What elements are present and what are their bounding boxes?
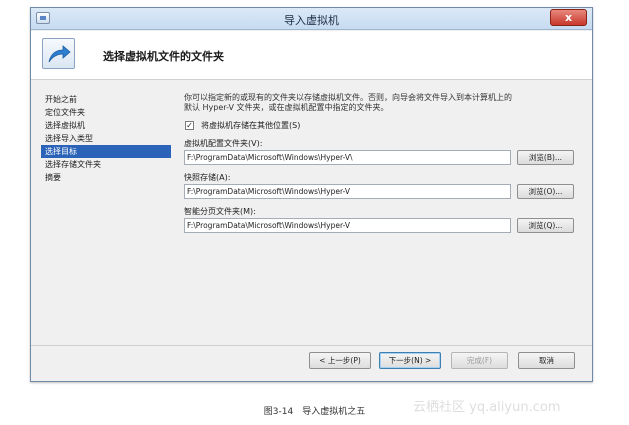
- finish-button[interactable]: 完成(F): [451, 352, 508, 369]
- arrow-icon: [42, 38, 75, 69]
- browse-config-button[interactable]: 浏览(B)...: [517, 150, 574, 165]
- nav-item-locate-folder[interactable]: 定位文件夹: [41, 106, 171, 119]
- nav-item-import-type[interactable]: 选择导入类型: [41, 132, 171, 145]
- wizard-steps-nav: 开始之前 定位文件夹 选择虚拟机 选择导入类型 选择目标 选择存储文件夹 摘要: [41, 93, 171, 184]
- previous-button[interactable]: < 上一步(P): [309, 352, 371, 369]
- nav-item-storage-folder[interactable]: 选择存储文件夹: [41, 158, 171, 171]
- nav-item-select-vm[interactable]: 选择虚拟机: [41, 119, 171, 132]
- next-button[interactable]: 下一步(N) >: [379, 352, 441, 369]
- snapshot-store-input[interactable]: F:\ProgramData\Microsoft\Windows\Hyper-V: [184, 184, 511, 199]
- nav-item-before-you-begin[interactable]: 开始之前: [41, 93, 171, 106]
- smart-paging-folder-row: F:\ProgramData\Microsoft\Windows\Hyper-V…: [184, 218, 584, 234]
- close-button[interactable]: x: [550, 9, 587, 26]
- smart-paging-folder-input[interactable]: F:\ProgramData\Microsoft\Windows\Hyper-V: [184, 218, 511, 233]
- description-line-2: 默认 Hyper-V 文件夹，或在虚拟机配置中指定的文件夹。: [184, 103, 389, 112]
- title-bar[interactable]: 导入虚拟机 x: [31, 8, 592, 30]
- browse-snapshot-button[interactable]: 浏览(O)...: [517, 184, 574, 199]
- import-vm-dialog: 导入虚拟机 x 选择虚拟机文件的文件夹 开始之前 定位文件夹 选择虚拟机 选择导…: [30, 7, 593, 382]
- vm-config-folder-label: 虚拟机配置文件夹(V):: [184, 139, 263, 148]
- store-elsewhere-label[interactable]: 将虚拟机存储在其他位置(S): [201, 120, 300, 132]
- browse-smart-paging-button[interactable]: 浏览(Q)...: [517, 218, 574, 233]
- wizard-header: 选择虚拟机文件的文件夹: [31, 31, 592, 80]
- smart-paging-folder-label: 智能分页文件夹(M):: [184, 207, 256, 216]
- page-title: 选择虚拟机文件的文件夹: [103, 50, 224, 63]
- snapshot-store-label: 快照存储(A):: [184, 173, 231, 182]
- nav-item-summary[interactable]: 摘要: [41, 171, 171, 184]
- window-title: 导入虚拟机: [284, 14, 339, 27]
- vm-config-folder-row: F:\ProgramData\Microsoft\Windows\Hyper-V…: [184, 150, 584, 166]
- store-elsewhere-row[interactable]: ✓ 将虚拟机存储在其他位置(S): [184, 120, 584, 132]
- footer-divider: [31, 345, 592, 346]
- wizard-content: 你可以指定新的或现有的文件夹以存储虚拟机文件。否则，向导会将文件导入到本计算机上…: [184, 93, 584, 234]
- store-elsewhere-checkbox[interactable]: ✓: [185, 121, 194, 130]
- cancel-button[interactable]: 取消: [518, 352, 575, 369]
- nav-item-choose-destination[interactable]: 选择目标: [41, 145, 171, 158]
- watermark: 云栖社区 yq.aliyun.com: [413, 400, 561, 415]
- vm-config-folder-input[interactable]: F:\ProgramData\Microsoft\Windows\Hyper-V…: [184, 150, 511, 165]
- snapshot-store-row: F:\ProgramData\Microsoft\Windows\Hyper-V…: [184, 184, 584, 200]
- description-line-1: 你可以指定新的或现有的文件夹以存储虚拟机文件。否则，向导会将文件导入到本计算机上…: [184, 93, 512, 102]
